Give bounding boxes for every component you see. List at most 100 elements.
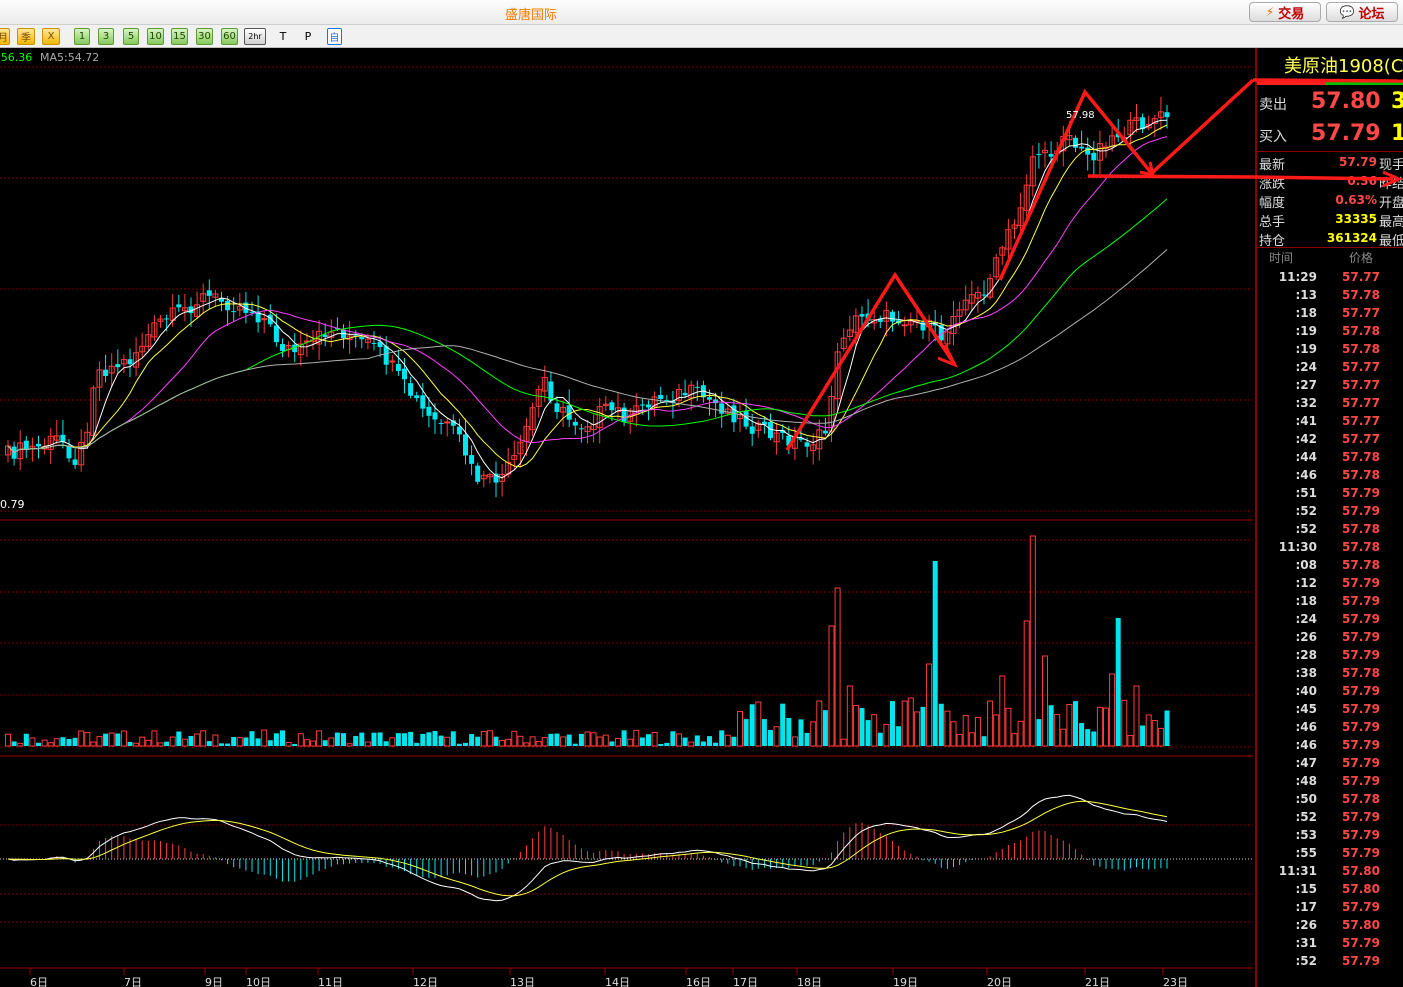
tick-view-button[interactable]: T xyxy=(276,28,290,45)
price-view-button[interactable]: P xyxy=(301,28,315,45)
tick-row: :24 57.77 xyxy=(1257,360,1403,378)
period-15min-button[interactable]: 15 xyxy=(171,28,188,45)
volume-bar-up xyxy=(987,700,994,747)
volume-bar-up xyxy=(505,738,512,747)
volume-bar-up xyxy=(1011,733,1018,747)
kline-chart[interactable]: :56.36 MA5:54.72 57.98 0.79 6日 7日 9日 10日 11日… xyxy=(0,48,1253,987)
date-tick-label: 9日 xyxy=(205,976,223,987)
candle-body-down xyxy=(707,397,712,400)
volume-bar-down xyxy=(438,735,444,746)
volume-bar-down xyxy=(432,730,438,746)
tick-row: :12 57.79 xyxy=(1257,576,1403,594)
volume-bar-down xyxy=(731,736,737,746)
volume-bar-down xyxy=(572,743,578,746)
volume-bar-up xyxy=(602,734,609,747)
candle-body-down xyxy=(749,426,755,434)
volume-bar-up xyxy=(96,736,103,747)
volume-bar-down xyxy=(426,732,432,746)
period-60min-button[interactable]: 60 xyxy=(221,28,238,45)
volume-bar-down xyxy=(353,736,359,746)
volume-bar-up xyxy=(17,742,24,747)
candle-body-down xyxy=(72,459,78,465)
volume-bar-down xyxy=(780,703,786,746)
volume-bar-down xyxy=(66,738,72,746)
volume-bar-up xyxy=(328,737,335,747)
volume-bar-up xyxy=(303,739,310,747)
custom-period-button[interactable]: 自 xyxy=(327,28,342,45)
volume-bar-up xyxy=(194,733,201,747)
volume-bar-down xyxy=(822,710,828,746)
macd-dea-line xyxy=(7,800,1168,897)
candle-body-down xyxy=(66,445,72,459)
volume-bar-down xyxy=(981,736,987,746)
tick-price: 57.79 xyxy=(1342,756,1380,770)
volume-bar-down xyxy=(896,726,902,746)
tick-row: :32 57.77 xyxy=(1257,396,1403,414)
tick-price: 57.78 xyxy=(1342,324,1380,338)
volume-bar-up xyxy=(1103,707,1109,747)
tick-price: 57.78 xyxy=(1342,468,1380,482)
trade-button[interactable]: ⚡ 交易 xyxy=(1249,2,1321,22)
candle-body-up xyxy=(901,324,908,327)
period-quarter-button[interactable]: 季 xyxy=(17,28,35,45)
candle-body-down xyxy=(249,311,255,313)
tick-price: 57.79 xyxy=(1342,648,1380,662)
tick-price: 57.79 xyxy=(1342,774,1380,788)
volume-bar-up xyxy=(84,732,91,747)
volume-bar-up xyxy=(1005,707,1012,747)
volume-bar-down xyxy=(60,737,66,746)
period-30min-button[interactable]: 30 xyxy=(196,28,213,45)
period-1min-button[interactable]: 1 xyxy=(74,28,90,45)
volume-bar-up xyxy=(615,738,621,747)
tick-price: 57.78 xyxy=(1342,666,1380,680)
volume-bar-down xyxy=(115,733,121,746)
volume-bar-up xyxy=(737,711,743,747)
volume-bar-up xyxy=(883,723,890,747)
tick-price: 57.79 xyxy=(1342,846,1380,860)
period-3min-button[interactable]: 3 xyxy=(98,28,114,45)
candle-body-down xyxy=(1036,153,1042,155)
volume-bar-up xyxy=(1145,714,1152,747)
tick-time: :45 xyxy=(1295,702,1318,716)
high-price-label: 57.98 xyxy=(1066,110,1095,121)
period-2hr-button[interactable]: 2hr xyxy=(244,28,266,45)
tick-price: 57.79 xyxy=(1342,576,1380,590)
volume-bar-down xyxy=(804,732,810,746)
period-month-button[interactable]: 月 xyxy=(0,28,10,45)
volume-bar-up xyxy=(108,732,115,747)
tick-price: 57.79 xyxy=(1342,684,1380,698)
tick-price: 57.77 xyxy=(1342,378,1380,392)
app-title: 盛唐国际 xyxy=(504,8,557,23)
date-tick-label: 21日 xyxy=(1085,976,1110,987)
tick-time: :44 xyxy=(1295,450,1318,464)
tick-time: :15 xyxy=(1295,882,1318,896)
volume-bar-up xyxy=(1121,699,1128,747)
tick-price: 57.79 xyxy=(1342,738,1380,752)
volume-bar-up xyxy=(926,663,933,747)
candle-body-down xyxy=(658,395,664,400)
volume-bar-down xyxy=(103,733,109,746)
tick-row: :46 57.78 xyxy=(1257,468,1403,486)
volume-bar-down xyxy=(395,733,401,746)
forum-button-label: 论坛 xyxy=(1358,6,1385,22)
tick-time: :46 xyxy=(1295,468,1318,482)
tick-price-header: 价格 xyxy=(1349,251,1374,265)
candle-body-down xyxy=(231,311,237,313)
tick-row: :41 57.77 xyxy=(1257,414,1403,432)
period-10min-button[interactable]: 10 xyxy=(147,28,164,45)
volume-bar-up xyxy=(627,738,634,747)
period-5min-button[interactable]: 5 xyxy=(123,28,139,45)
tick-time: :53 xyxy=(1295,828,1318,842)
volume-bar-down xyxy=(273,733,279,746)
tick-price: 57.77 xyxy=(1342,414,1380,428)
tick-time: :17 xyxy=(1295,900,1318,914)
candle-body-down xyxy=(804,442,810,447)
volume-bar-down xyxy=(420,733,426,746)
ma-readout-prev: :56.36 xyxy=(0,51,33,64)
volume-bar-down xyxy=(768,729,773,746)
volume-bar-up xyxy=(316,730,323,747)
forum-button[interactable]: 💬 论坛 xyxy=(1326,2,1398,22)
candle-body-down xyxy=(115,364,121,368)
period-x-button[interactable]: X xyxy=(42,28,60,45)
tick-row: :45 57.79 xyxy=(1257,702,1403,720)
